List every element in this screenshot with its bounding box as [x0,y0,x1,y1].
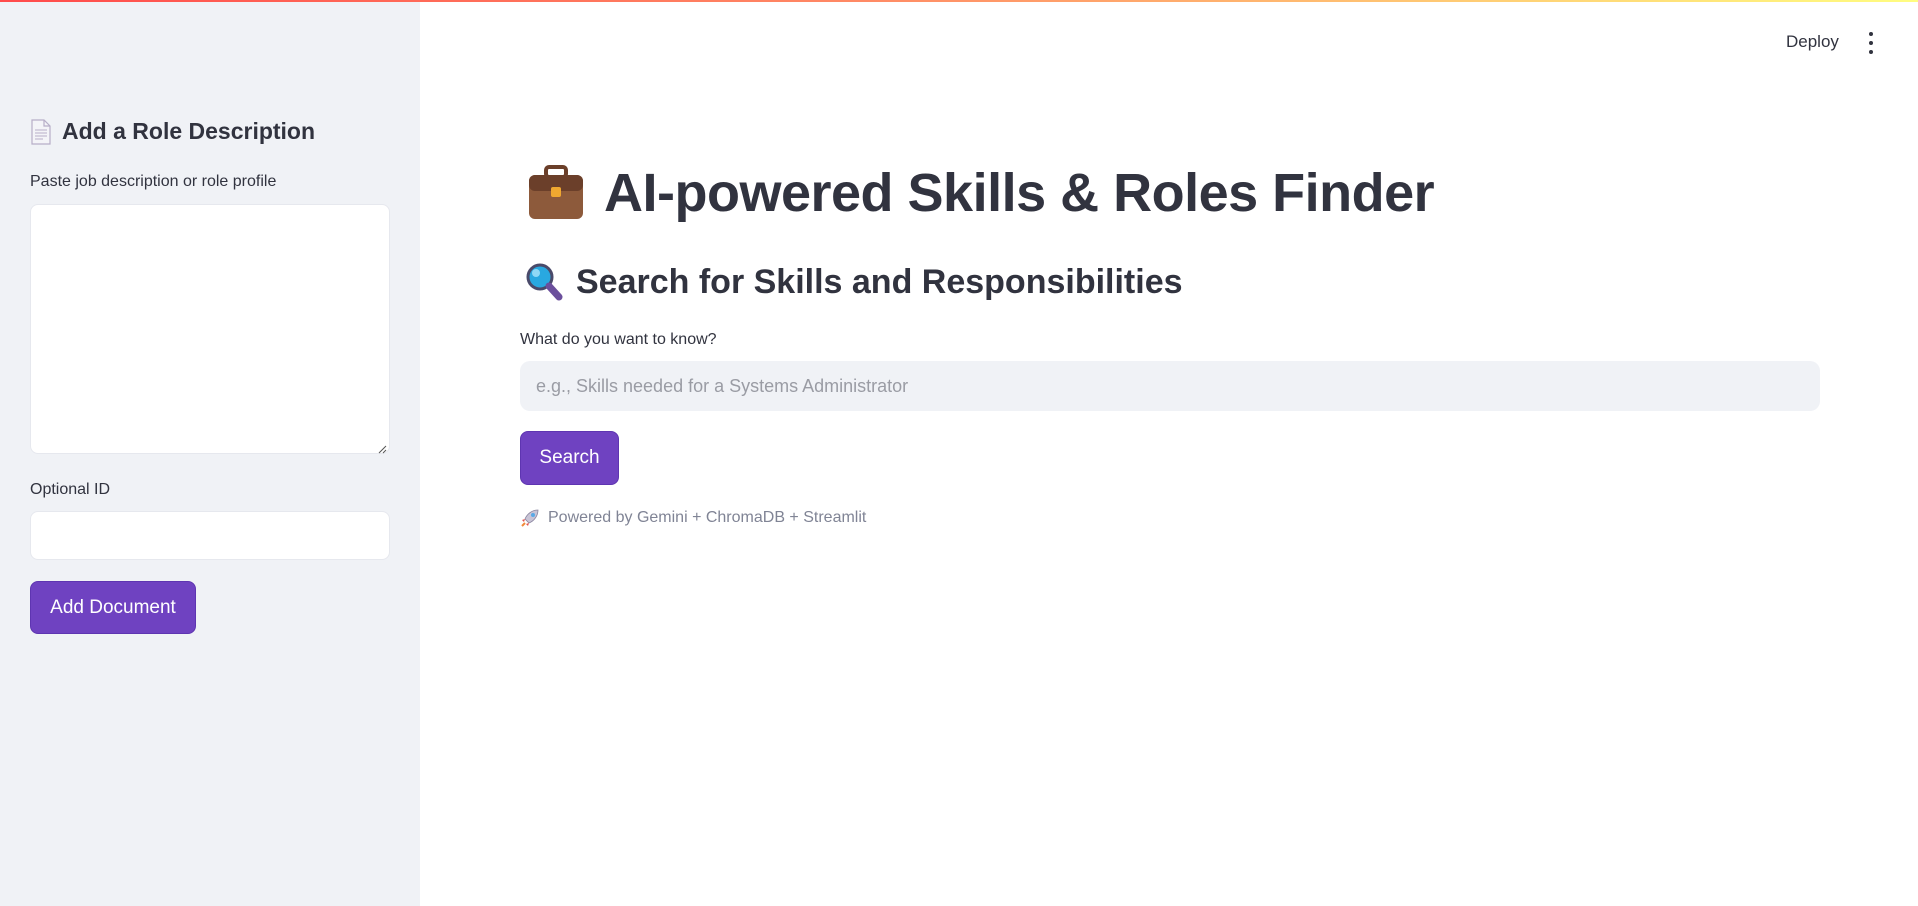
search-input[interactable]: e.g., Skills needed for a Systems Admini… [520,361,1820,411]
optional-id-input[interactable] [30,511,390,560]
kebab-menu-icon[interactable] [1866,32,1876,54]
section-title: Search for Skills and Responsibilities [576,262,1183,301]
top-decoration-bar [0,0,1918,2]
deploy-button[interactable]: Deploy [1786,32,1839,52]
briefcase-icon [526,165,586,221]
footer-caption: Powered by Gemini + ChromaDB + Streamlit [520,508,866,528]
page-title: AI-powered Skills & Roles Finder [604,163,1435,223]
resize-handle-icon[interactable] [377,441,387,454]
document-icon [30,118,52,145]
sidebar: Add a Role Description Paste job descrip… [0,0,420,906]
add-document-button[interactable]: Add Document [30,581,196,634]
description-label: Paste job description or role profile [30,173,277,190]
search-button[interactable]: Search [520,431,619,485]
rocket-icon [520,508,540,528]
description-textarea[interactable] [30,204,390,454]
page-title-row: AI-powered Skills & Roles Finder [526,162,1435,224]
section-title-row: Search for Skills and Responsibilities [524,262,1183,302]
magnifier-icon [524,262,564,302]
sidebar-header: Add a Role Description [30,118,315,145]
footer-text: Powered by Gemini + ChromaDB + Streamlit [548,509,867,526]
optional-id-label: Optional ID [30,481,111,498]
sidebar-title: Add a Role Description [62,118,316,144]
query-label: What do you want to know? [520,331,717,348]
